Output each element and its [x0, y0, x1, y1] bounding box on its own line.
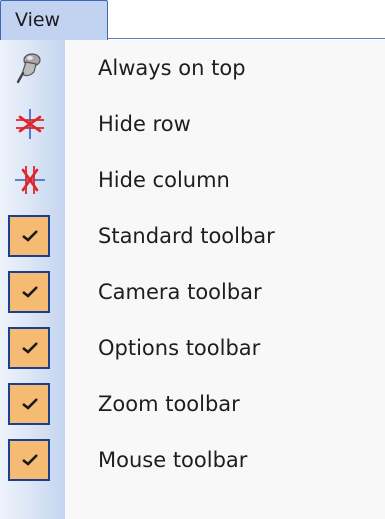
menu-item-label: Zoom toolbar: [98, 392, 240, 416]
menu-item-options-toolbar[interactable]: Options toolbar: [0, 320, 385, 376]
menu-item-hide-column[interactable]: Hide column: [0, 152, 385, 208]
menu-item-label: Standard toolbar: [98, 224, 275, 248]
view-menu[interactable]: View: [0, 0, 108, 40]
menu-item-zoom-toolbar[interactable]: Zoom toolbar: [0, 376, 385, 432]
view-dropdown-menu: Always on top Hide row Hide column Stand…: [0, 40, 385, 519]
menu-bar: View: [0, 0, 385, 40]
menu-item-label: Camera toolbar: [98, 280, 262, 304]
checkmark-icon: [8, 439, 50, 481]
menu-item-standard-toolbar[interactable]: Standard toolbar: [0, 208, 385, 264]
checkmark-icon: [8, 271, 50, 313]
menu-item-label: Hide row: [98, 112, 191, 136]
pin-icon: [12, 50, 48, 86]
checkmark-icon: [8, 327, 50, 369]
menu-item-label: Options toolbar: [98, 336, 261, 360]
menu-item-label: Hide column: [98, 168, 230, 192]
checkmark-icon: [8, 215, 50, 257]
menu-item-label: Always on top: [98, 56, 246, 80]
menu-item-mouse-toolbar[interactable]: Mouse toolbar: [0, 432, 385, 488]
hide-row-icon: [12, 106, 48, 142]
menu-item-label: Mouse toolbar: [98, 448, 248, 472]
menu-item-always-on-top[interactable]: Always on top: [0, 40, 385, 96]
menu-bar-border: [108, 38, 385, 39]
menu-item-hide-row[interactable]: Hide row: [0, 96, 385, 152]
checkmark-icon: [8, 383, 50, 425]
hide-column-icon: [12, 162, 48, 198]
menu-item-camera-toolbar[interactable]: Camera toolbar: [0, 264, 385, 320]
